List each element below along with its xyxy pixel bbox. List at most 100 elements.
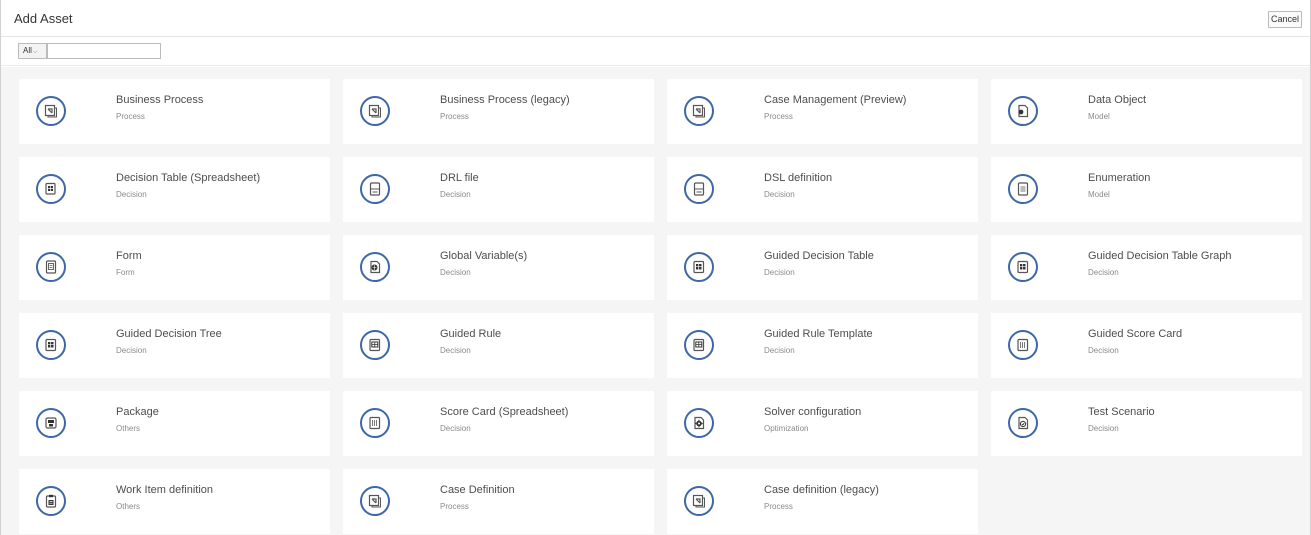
category-filter-select[interactable]: All⌵ [18,43,47,59]
asset-name: Business Process (legacy) [440,94,570,106]
rule-icon [684,330,714,360]
asset-name: Global Variable(s) [440,250,528,262]
category-filter-value: All [23,46,32,55]
process-icon [684,96,714,126]
asset-name: Case Definition [440,484,515,496]
clipboard-icon [36,486,66,516]
asset-card[interactable]: Data Object Model [991,79,1302,144]
asset-name: Guided Decision Tree [116,328,222,340]
table-icon [684,252,714,282]
asset-category: Decision [440,268,471,277]
asset-category: Process [764,112,793,121]
asset-card[interactable]: Global Variable(s) Decision [343,235,654,300]
asset-card[interactable]: Work Item definition Others [19,469,330,534]
page-title: Add Asset [14,11,73,26]
asset-name: Score Card (Spreadsheet) [440,406,569,418]
asset-category: Model [1088,112,1110,121]
asset-name: Package [116,406,159,418]
asset-card[interactable]: Guided Rule Decision [343,313,654,378]
table-icon [1008,252,1038,282]
asset-name: DRL file [440,172,479,184]
table-icon [36,330,66,360]
asset-card[interactable]: Test Scenario Decision [991,391,1302,456]
asset-name: Guided Rule [440,328,502,340]
asset-category: Process [440,502,469,511]
asset-category: Decision [116,190,147,199]
asset-category: Decision [1088,424,1119,433]
add-asset-panel: Add Asset Cancel All⌵ Business Process P… [0,0,1311,535]
asset-card[interactable]: Business Process Process [19,79,330,144]
asset-category: Decision [764,190,795,199]
asset-category: Process [116,112,145,121]
asset-name: Form [116,250,142,262]
process-icon [36,96,66,126]
chevron-down-icon: ⌵ [32,49,38,55]
filter-bar: All⌵ [1,37,1310,66]
rule-icon [360,330,390,360]
file-icon [684,174,714,204]
asset-name: Business Process [116,94,204,106]
asset-name: Test Scenario [1088,406,1155,418]
asset-name: Guided Decision Table Graph [1088,250,1232,262]
asset-category: Process [440,112,469,121]
asset-card[interactable]: Business Process (legacy) Process [343,79,654,144]
asset-name: Solver configuration [764,406,862,418]
process-icon [684,486,714,516]
asset-category: Process [764,502,793,511]
panel-header: Add Asset Cancel [1,0,1310,37]
asset-grid: Business Process Process Business Proces… [19,79,1302,534]
asset-category: Decision [440,424,471,433]
asset-card[interactable]: Package Others [19,391,330,456]
enumeration-icon [1008,174,1038,204]
asset-category: Optimization [764,424,809,433]
asset-category: Decision [764,346,795,355]
asset-card[interactable]: Guided Decision Table Graph Decision [991,235,1302,300]
process-icon [360,96,390,126]
data-object-icon [1008,96,1038,126]
asset-category: Decision [116,346,147,355]
asset-card[interactable]: Guided Score Card Decision [991,313,1302,378]
asset-card[interactable]: DSL definition Decision [667,157,978,222]
asset-category: Decision [764,268,795,277]
asset-name: Case definition (legacy) [764,484,879,496]
asset-card[interactable]: Guided Decision Table Decision [667,235,978,300]
asset-card[interactable]: DRL file Decision [343,157,654,222]
asset-card[interactable]: Form Form [19,235,330,300]
asset-name: Data Object [1088,94,1147,106]
asset-name: Work Item definition [116,484,214,496]
asset-category: Decision [1088,346,1119,355]
asset-card[interactable]: Enumeration Model [991,157,1302,222]
asset-name: Case Management (Preview) [764,94,907,106]
asset-category: Form [116,268,135,277]
asset-card[interactable]: Score Card (Spreadsheet) Decision [343,391,654,456]
gear-icon [684,408,714,438]
scorecard-icon [360,408,390,438]
asset-card[interactable]: Solver configuration Optimization [667,391,978,456]
asset-category: Decision [1088,268,1119,277]
asset-card[interactable]: Case Definition Process [343,469,654,534]
asset-card[interactable]: Guided Rule Template Decision [667,313,978,378]
asset-list-area: Business Process Process Business Proces… [1,67,1310,535]
form-icon [36,252,66,282]
asset-category: Model [1088,190,1110,199]
process-icon [360,486,390,516]
asset-name: Guided Score Card [1088,328,1183,340]
global-icon [360,252,390,282]
scorecard-icon [1008,330,1038,360]
asset-category: Others [116,424,141,433]
asset-name: Enumeration [1088,172,1151,184]
asset-category: Decision [440,190,471,199]
spreadsheet-icon [36,174,66,204]
asset-card[interactable]: Decision Table (Spreadsheet) Decision [19,157,330,222]
package-icon [36,408,66,438]
asset-name: Decision Table (Spreadsheet) [116,172,261,184]
asset-card[interactable]: Guided Decision Tree Decision [19,313,330,378]
asset-name: Guided Decision Table [764,250,874,262]
test-icon [1008,408,1038,438]
search-input[interactable] [47,43,161,59]
asset-category: Others [116,502,141,511]
cancel-button[interactable]: Cancel [1268,11,1302,28]
asset-name: DSL definition [764,172,833,184]
asset-card[interactable]: Case definition (legacy) Process [667,469,978,534]
asset-card[interactable]: Case Management (Preview) Process [667,79,978,144]
